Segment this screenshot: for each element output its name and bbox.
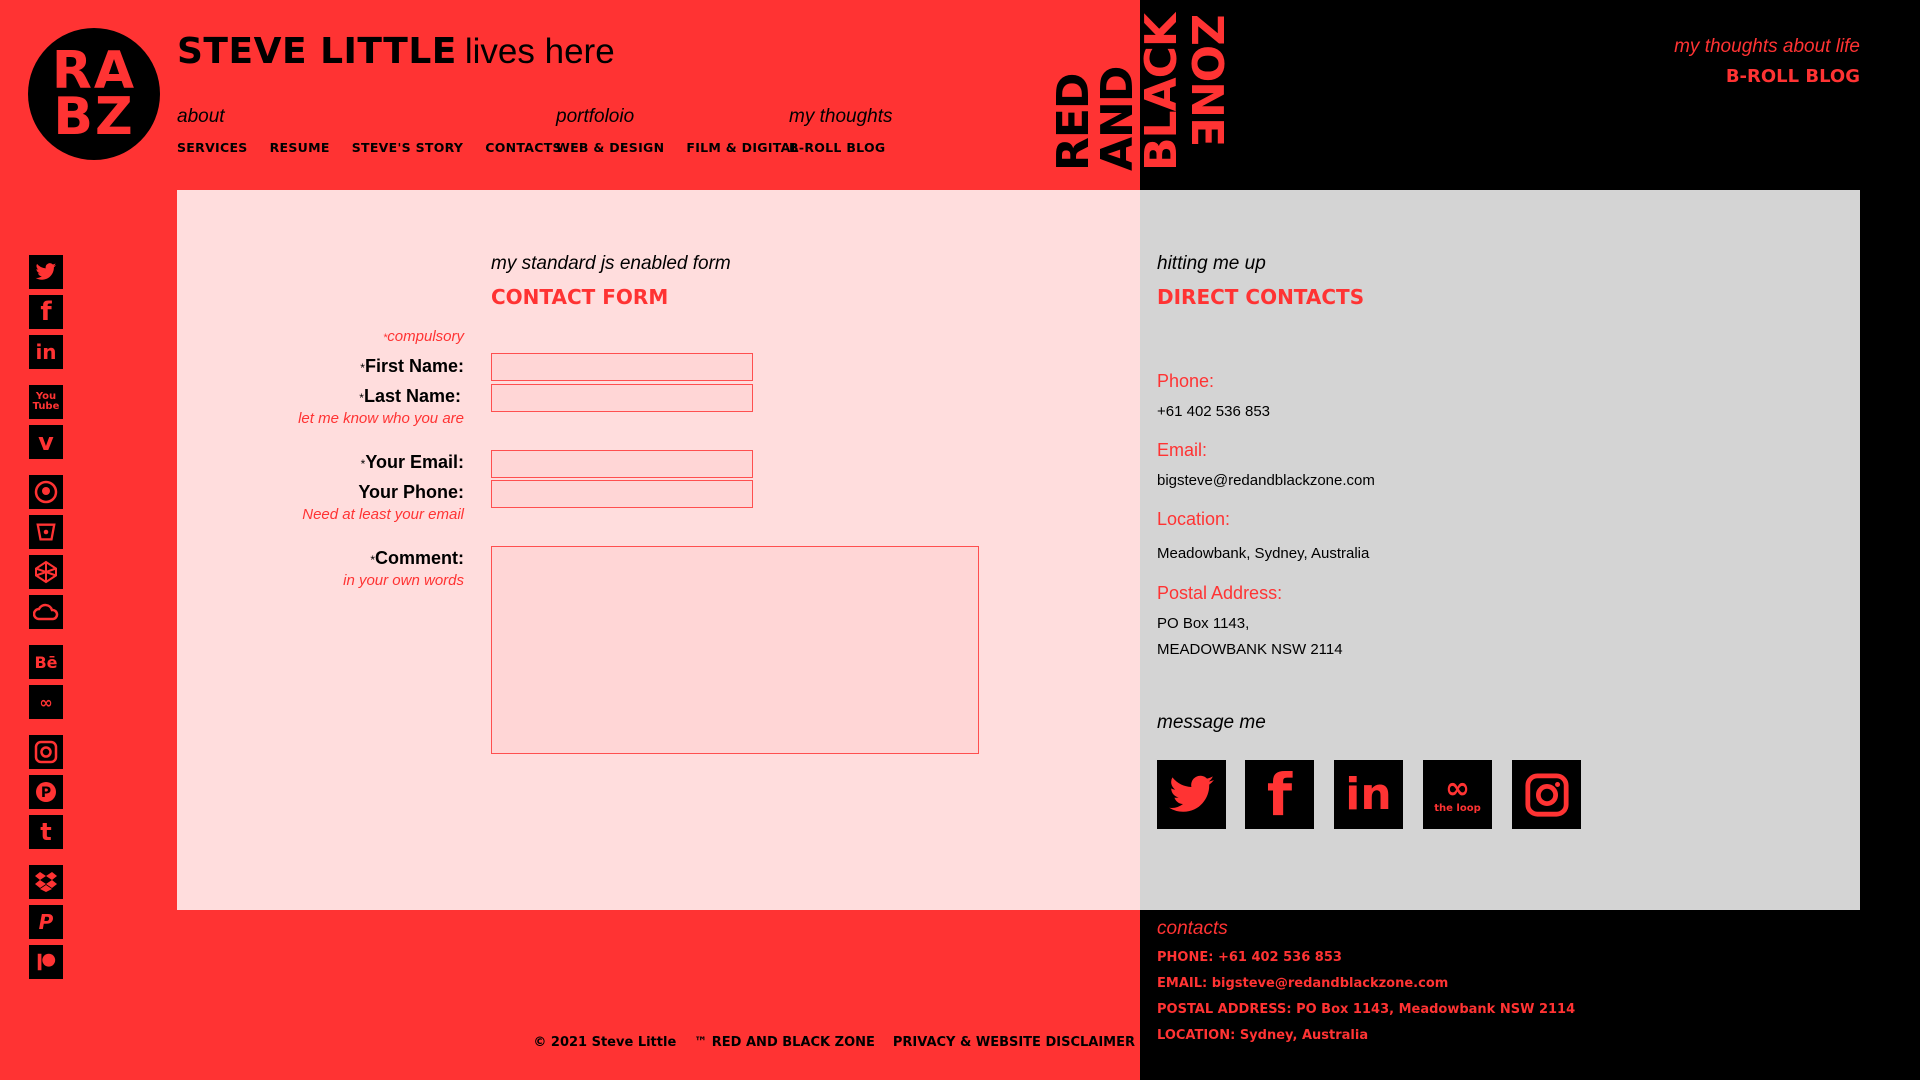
form-subtitle: my standard js enabled form bbox=[491, 253, 731, 274]
linkedin-icon[interactable]: in bbox=[29, 335, 63, 369]
email-label-text: Your Email: bbox=[365, 452, 464, 472]
compulsory-text: compulsory bbox=[387, 328, 464, 345]
twitter-icon[interactable] bbox=[29, 255, 63, 289]
email-input[interactable] bbox=[491, 450, 753, 478]
tumblr-icon[interactable]: t bbox=[29, 815, 63, 849]
email-label: *Your Email: bbox=[244, 452, 464, 473]
github-icon[interactable] bbox=[29, 475, 63, 509]
site-name: STEVE LITTLE bbox=[177, 31, 457, 72]
footer-trademark: ™ RED AND BLACK ZONE bbox=[694, 1035, 875, 1050]
svg-text:P: P bbox=[41, 785, 51, 801]
site-title: STEVE LITTLE lives here bbox=[177, 30, 615, 72]
nav-item-resume[interactable]: RESUME bbox=[270, 140, 330, 155]
blog-promo-link[interactable]: B-ROLL BLOG bbox=[1674, 66, 1860, 87]
comment-hint: in your own words bbox=[343, 572, 464, 589]
location-key: Location: bbox=[1157, 509, 1231, 529]
brand-word-red: RED bbox=[1048, 73, 1099, 172]
brand-word-black: BLACK bbox=[1136, 14, 1187, 172]
twitter-icon[interactable] bbox=[1157, 760, 1226, 829]
facebook-icon[interactable]: f bbox=[29, 295, 63, 329]
email-key: Email: bbox=[1157, 440, 1208, 460]
pinterest-icon[interactable]: P bbox=[29, 775, 63, 809]
contacts-subtitle: hitting me up bbox=[1157, 253, 1266, 274]
comment-textarea[interactable] bbox=[491, 546, 979, 754]
comment-label-text: Comment: bbox=[375, 548, 464, 568]
cloud-icon[interactable] bbox=[29, 595, 63, 629]
footer-email[interactable]: EMAIL: bigsteve@redandblackzone.com bbox=[1157, 976, 1575, 991]
footer-copyright: © 2021 Steve Little bbox=[533, 1035, 677, 1050]
last-name-input[interactable] bbox=[491, 384, 753, 412]
the-loop-icon[interactable]: ∞ the loop bbox=[1423, 760, 1492, 829]
vimeo-icon[interactable]: v bbox=[29, 425, 63, 459]
nav-item-film-digital[interactable]: FILM & DIGITAL bbox=[686, 140, 799, 155]
brand-wordmark: RED AND BLACK ZONE bbox=[1048, 14, 1232, 172]
behance-icon[interactable]: Bē bbox=[29, 645, 63, 679]
bitbucket-icon[interactable] bbox=[29, 515, 63, 549]
footer-disclaimer-link[interactable]: PRIVACY & WEBSITE DISCLAIMER bbox=[893, 1035, 1135, 1050]
first-name-label: *First Name: bbox=[244, 356, 464, 377]
site-logo[interactable]: RA BZ bbox=[28, 28, 160, 160]
facebook-icon[interactable]: f bbox=[1245, 760, 1314, 829]
patreon-icon[interactable] bbox=[29, 945, 63, 979]
email-hint: Need at least your email bbox=[302, 506, 464, 523]
name-hint: let me know who you are bbox=[298, 410, 464, 427]
nav-thoughts: my thoughts B-ROLL BLOG bbox=[789, 106, 893, 155]
codepen-icon[interactable] bbox=[29, 555, 63, 589]
linkedin-icon[interactable]: in bbox=[1334, 760, 1403, 829]
brand-word-and: AND bbox=[1092, 66, 1143, 172]
nav-item-b-roll-blog[interactable]: B-ROLL BLOG bbox=[789, 140, 885, 155]
footer-location: LOCATION: Sydney, Australia bbox=[1157, 1028, 1369, 1043]
email-value[interactable]: bigsteve@redandblackzone.com bbox=[1157, 472, 1375, 489]
postal-line-2: MEADOWBANK NSW 2114 bbox=[1157, 641, 1343, 658]
instagram-icon[interactable] bbox=[29, 735, 63, 769]
phone-value[interactable]: +61 402 536 853 bbox=[1157, 403, 1270, 420]
loop-infinity-icon: ∞ bbox=[1445, 771, 1470, 806]
footer-phone[interactable]: PHONE: +61 402 536 853 bbox=[1157, 950, 1575, 965]
postal-line-1: PO Box 1143, bbox=[1157, 615, 1250, 632]
comment-label: *Comment: bbox=[244, 548, 464, 569]
nav-item-web-design[interactable]: WEB & DESIGN bbox=[556, 140, 664, 155]
message-me-label: message me bbox=[1157, 712, 1266, 733]
the-loop-icon[interactable]: ∞ bbox=[29, 685, 63, 719]
dropbox-icon[interactable] bbox=[29, 865, 63, 899]
nav-item-steves-story[interactable]: STEVE'S STORY bbox=[352, 140, 464, 155]
postal-key: Postal Address: bbox=[1157, 583, 1283, 603]
first-name-input[interactable] bbox=[491, 353, 753, 381]
phone-label: Your Phone: bbox=[358, 482, 464, 502]
contact-form-panel: my standard js enabled form CONTACT FORM… bbox=[177, 190, 1140, 910]
compulsory-note: *compulsory bbox=[164, 328, 464, 345]
nav-portfolio-label[interactable]: portfoloio bbox=[556, 106, 799, 134]
nav-item-services[interactable]: SERVICES bbox=[177, 140, 248, 155]
footer-postal: POSTAL ADDRESS: PO Box 1143, Meadowbank … bbox=[1157, 1002, 1576, 1017]
youtube-icon[interactable]: You Tube bbox=[29, 385, 63, 419]
site-tagline: lives here bbox=[464, 32, 615, 71]
last-name-label: *Last Name: bbox=[241, 386, 461, 407]
contacts-title: DIRECT CONTACTS bbox=[1157, 285, 1365, 309]
last-name-label-text: Last Name: bbox=[363, 386, 461, 406]
brand-word-zone: ZONE bbox=[1181, 14, 1232, 147]
phone-key: Phone: bbox=[1157, 371, 1215, 391]
footer-contacts-heading: contacts bbox=[1157, 918, 1228, 939]
direct-contacts-panel: hitting me up DIRECT CONTACTS Phone: +61… bbox=[1140, 190, 1860, 910]
nav-portfolio: portfoloio WEB & DESIGN FILM & DIGITAL bbox=[556, 106, 799, 155]
blog-promo: my thoughts about life B-ROLL BLOG bbox=[1674, 36, 1860, 87]
footer-legal: © 2021 Steve Little ™ RED AND BLACK ZONE… bbox=[533, 1035, 1135, 1050]
blog-promo-subtitle: my thoughts about life bbox=[1674, 36, 1860, 57]
footer-contacts: contacts PHONE: +61 402 536 853 EMAIL: b… bbox=[1157, 918, 1575, 1054]
phone-input[interactable] bbox=[491, 480, 753, 508]
instagram-icon[interactable] bbox=[1512, 760, 1581, 829]
nav-thoughts-label[interactable]: my thoughts bbox=[789, 106, 893, 134]
nav-about-label[interactable]: about bbox=[177, 106, 562, 134]
location-value: Meadowbank, Sydney, Australia bbox=[1157, 545, 1370, 562]
first-name-label-text: First Name: bbox=[364, 356, 464, 376]
nav-item-contacts[interactable]: CONTACTS bbox=[485, 140, 562, 155]
loop-text: the loop bbox=[1434, 803, 1481, 814]
paypal-icon[interactable]: P bbox=[29, 905, 63, 939]
logo-line-2: BZ bbox=[53, 87, 135, 147]
nav-about: about SERVICES RESUME STEVE'S STORY CONT… bbox=[177, 106, 562, 155]
form-title: CONTACT FORM bbox=[491, 285, 669, 309]
